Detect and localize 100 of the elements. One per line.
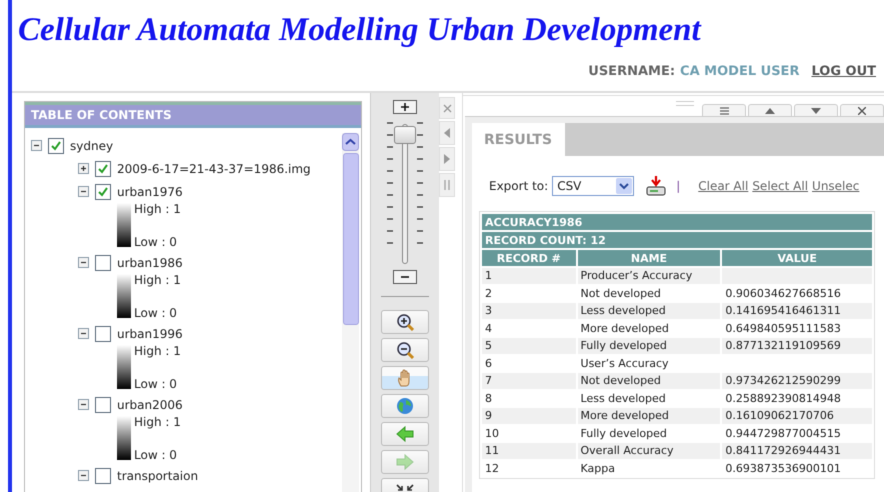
window-button[interactable]	[794, 104, 838, 116]
collapse-icon[interactable]	[78, 257, 89, 268]
globe-icon	[396, 397, 414, 415]
table-cell-text: 0.693873536900101	[724, 460, 842, 476]
table-cell: Overall Accuracy	[578, 443, 720, 458]
table-cell: 0.141695416461311	[722, 303, 872, 318]
table-cell: 0.841172926944431	[722, 443, 872, 458]
legend-label: Low : 0	[134, 376, 178, 392]
logout-link[interactable]: LOG OUT	[811, 64, 876, 79]
window-button[interactable]	[840, 104, 884, 116]
shrink-arrows-icon	[396, 484, 414, 491]
collapse-icon[interactable]	[78, 186, 89, 197]
table-cell: 1	[482, 268, 576, 284]
table-cell-text: 6	[484, 356, 493, 371]
window-button[interactable]	[748, 104, 792, 116]
expand-icon[interactable]	[78, 163, 89, 174]
legend-label: Low : 0	[134, 305, 178, 321]
layer-checkbox[interactable]	[95, 326, 111, 342]
table-cell: 0.16109062170706	[722, 408, 872, 424]
legend-label: High : 1	[134, 343, 182, 359]
table-cell: 5	[482, 338, 576, 354]
export-label: Export to:	[489, 179, 548, 193]
window-button[interactable]	[702, 104, 746, 116]
gradient-swatch	[117, 345, 131, 389]
table-cell-text: More developed	[580, 320, 670, 336]
column-header: NAME	[578, 250, 720, 266]
column-header: VALUE	[722, 250, 872, 266]
table-cell-text: 4	[484, 320, 493, 336]
table-cell-text: Kappa	[580, 460, 616, 476]
gradient-swatch	[117, 416, 131, 460]
zoom-out-tool[interactable]	[381, 338, 429, 362]
format-select[interactable]: CSV	[552, 176, 634, 196]
right-arrow-icon	[444, 154, 450, 164]
gradient-swatch	[117, 274, 131, 318]
layer-name[interactable]: sydney	[70, 138, 114, 152]
forward-arrow-icon	[396, 453, 414, 471]
layer-checkbox[interactable]	[48, 138, 64, 154]
up-arrow-icon	[765, 108, 775, 114]
collapse-icon[interactable]	[31, 140, 42, 151]
scrollbar[interactable]	[342, 133, 359, 492]
table-cell-text: User’s Accuracy	[580, 356, 670, 371]
collapse-icon[interactable]	[78, 470, 89, 481]
zoom-out-button[interactable]	[393, 270, 417, 284]
username-label: USERNAME:	[588, 64, 676, 79]
drag-handle-icon	[676, 101, 694, 106]
table-cell-text: 8	[484, 390, 493, 406]
table-cell-text: 0.649840595111583	[724, 320, 842, 336]
zoom-in-button[interactable]	[393, 100, 417, 114]
table-cell: 7	[482, 373, 576, 388]
export-icon[interactable]	[646, 176, 666, 196]
layer-name[interactable]: urban1996	[117, 326, 183, 340]
down-arrow-icon	[811, 108, 821, 114]
text-link[interactable]: Clear All	[698, 179, 748, 193]
layer-checkbox[interactable]	[95, 160, 111, 176]
scroll-up-icon[interactable]	[342, 133, 359, 151]
layer-name[interactable]: urban2006	[117, 398, 183, 412]
layer-name[interactable]: 2009-6-17=21-43-37=1986.img	[117, 162, 311, 176]
left-arrow-icon	[444, 128, 450, 138]
table-cell: Fully developed	[578, 338, 720, 354]
legend-label: High : 1	[134, 414, 182, 430]
back-arrow-icon	[396, 425, 414, 443]
back-arrow-tool[interactable]	[381, 422, 429, 446]
username-value: CA MODEL USER	[680, 64, 800, 79]
layer-checkbox[interactable]	[95, 396, 111, 412]
table-cell-text: 12	[484, 460, 500, 476]
table-cell: Not developed	[578, 373, 720, 388]
legend-label: Low : 0	[134, 447, 178, 463]
table-cell-text: 0.906034627668516	[724, 286, 842, 301]
table-cell-text: Not developed	[580, 286, 662, 301]
gradient-swatch	[117, 203, 131, 247]
slider-thumb[interactable]	[394, 126, 416, 144]
table-cell-text: 0.258892390814948	[724, 390, 842, 406]
table-cell-text: 0.944729877004515	[724, 426, 842, 441]
table-cell-text: Fully developed	[580, 426, 668, 441]
layer-checkbox[interactable]	[95, 254, 111, 270]
layer-name[interactable]: urban1976	[117, 184, 183, 198]
collapse-icon[interactable]	[78, 328, 89, 339]
table-cell: Producer’s Accuracy	[578, 268, 720, 284]
table-cell: Less developed	[578, 303, 720, 318]
table-cell: More developed	[578, 408, 720, 424]
table-cell-text: 10	[484, 426, 500, 441]
minus-icon	[401, 273, 409, 281]
table-cell-text: Less developed	[580, 390, 667, 406]
table-cell: 0.877132119109569	[722, 338, 872, 354]
layer-name[interactable]: transportaion	[117, 468, 198, 482]
table-cell: 0.973426212590299	[722, 373, 872, 388]
plus-icon	[401, 103, 409, 111]
text-link[interactable]: Unselec	[812, 179, 860, 193]
layer-checkbox[interactable]	[95, 468, 111, 484]
globe-tool[interactable]	[381, 394, 429, 418]
zoom-out-icon	[396, 341, 414, 359]
layer-checkbox[interactable]	[95, 184, 111, 200]
separator-text: |	[676, 179, 680, 193]
table-cell: 3	[482, 303, 576, 318]
text-link[interactable]: Select All	[752, 179, 808, 193]
close-icon	[858, 106, 866, 114]
hand-tool[interactable]	[381, 366, 429, 390]
collapse-icon[interactable]	[78, 399, 89, 410]
layer-name[interactable]: urban1986	[117, 256, 183, 270]
zoom-in-tool[interactable]	[381, 310, 429, 334]
